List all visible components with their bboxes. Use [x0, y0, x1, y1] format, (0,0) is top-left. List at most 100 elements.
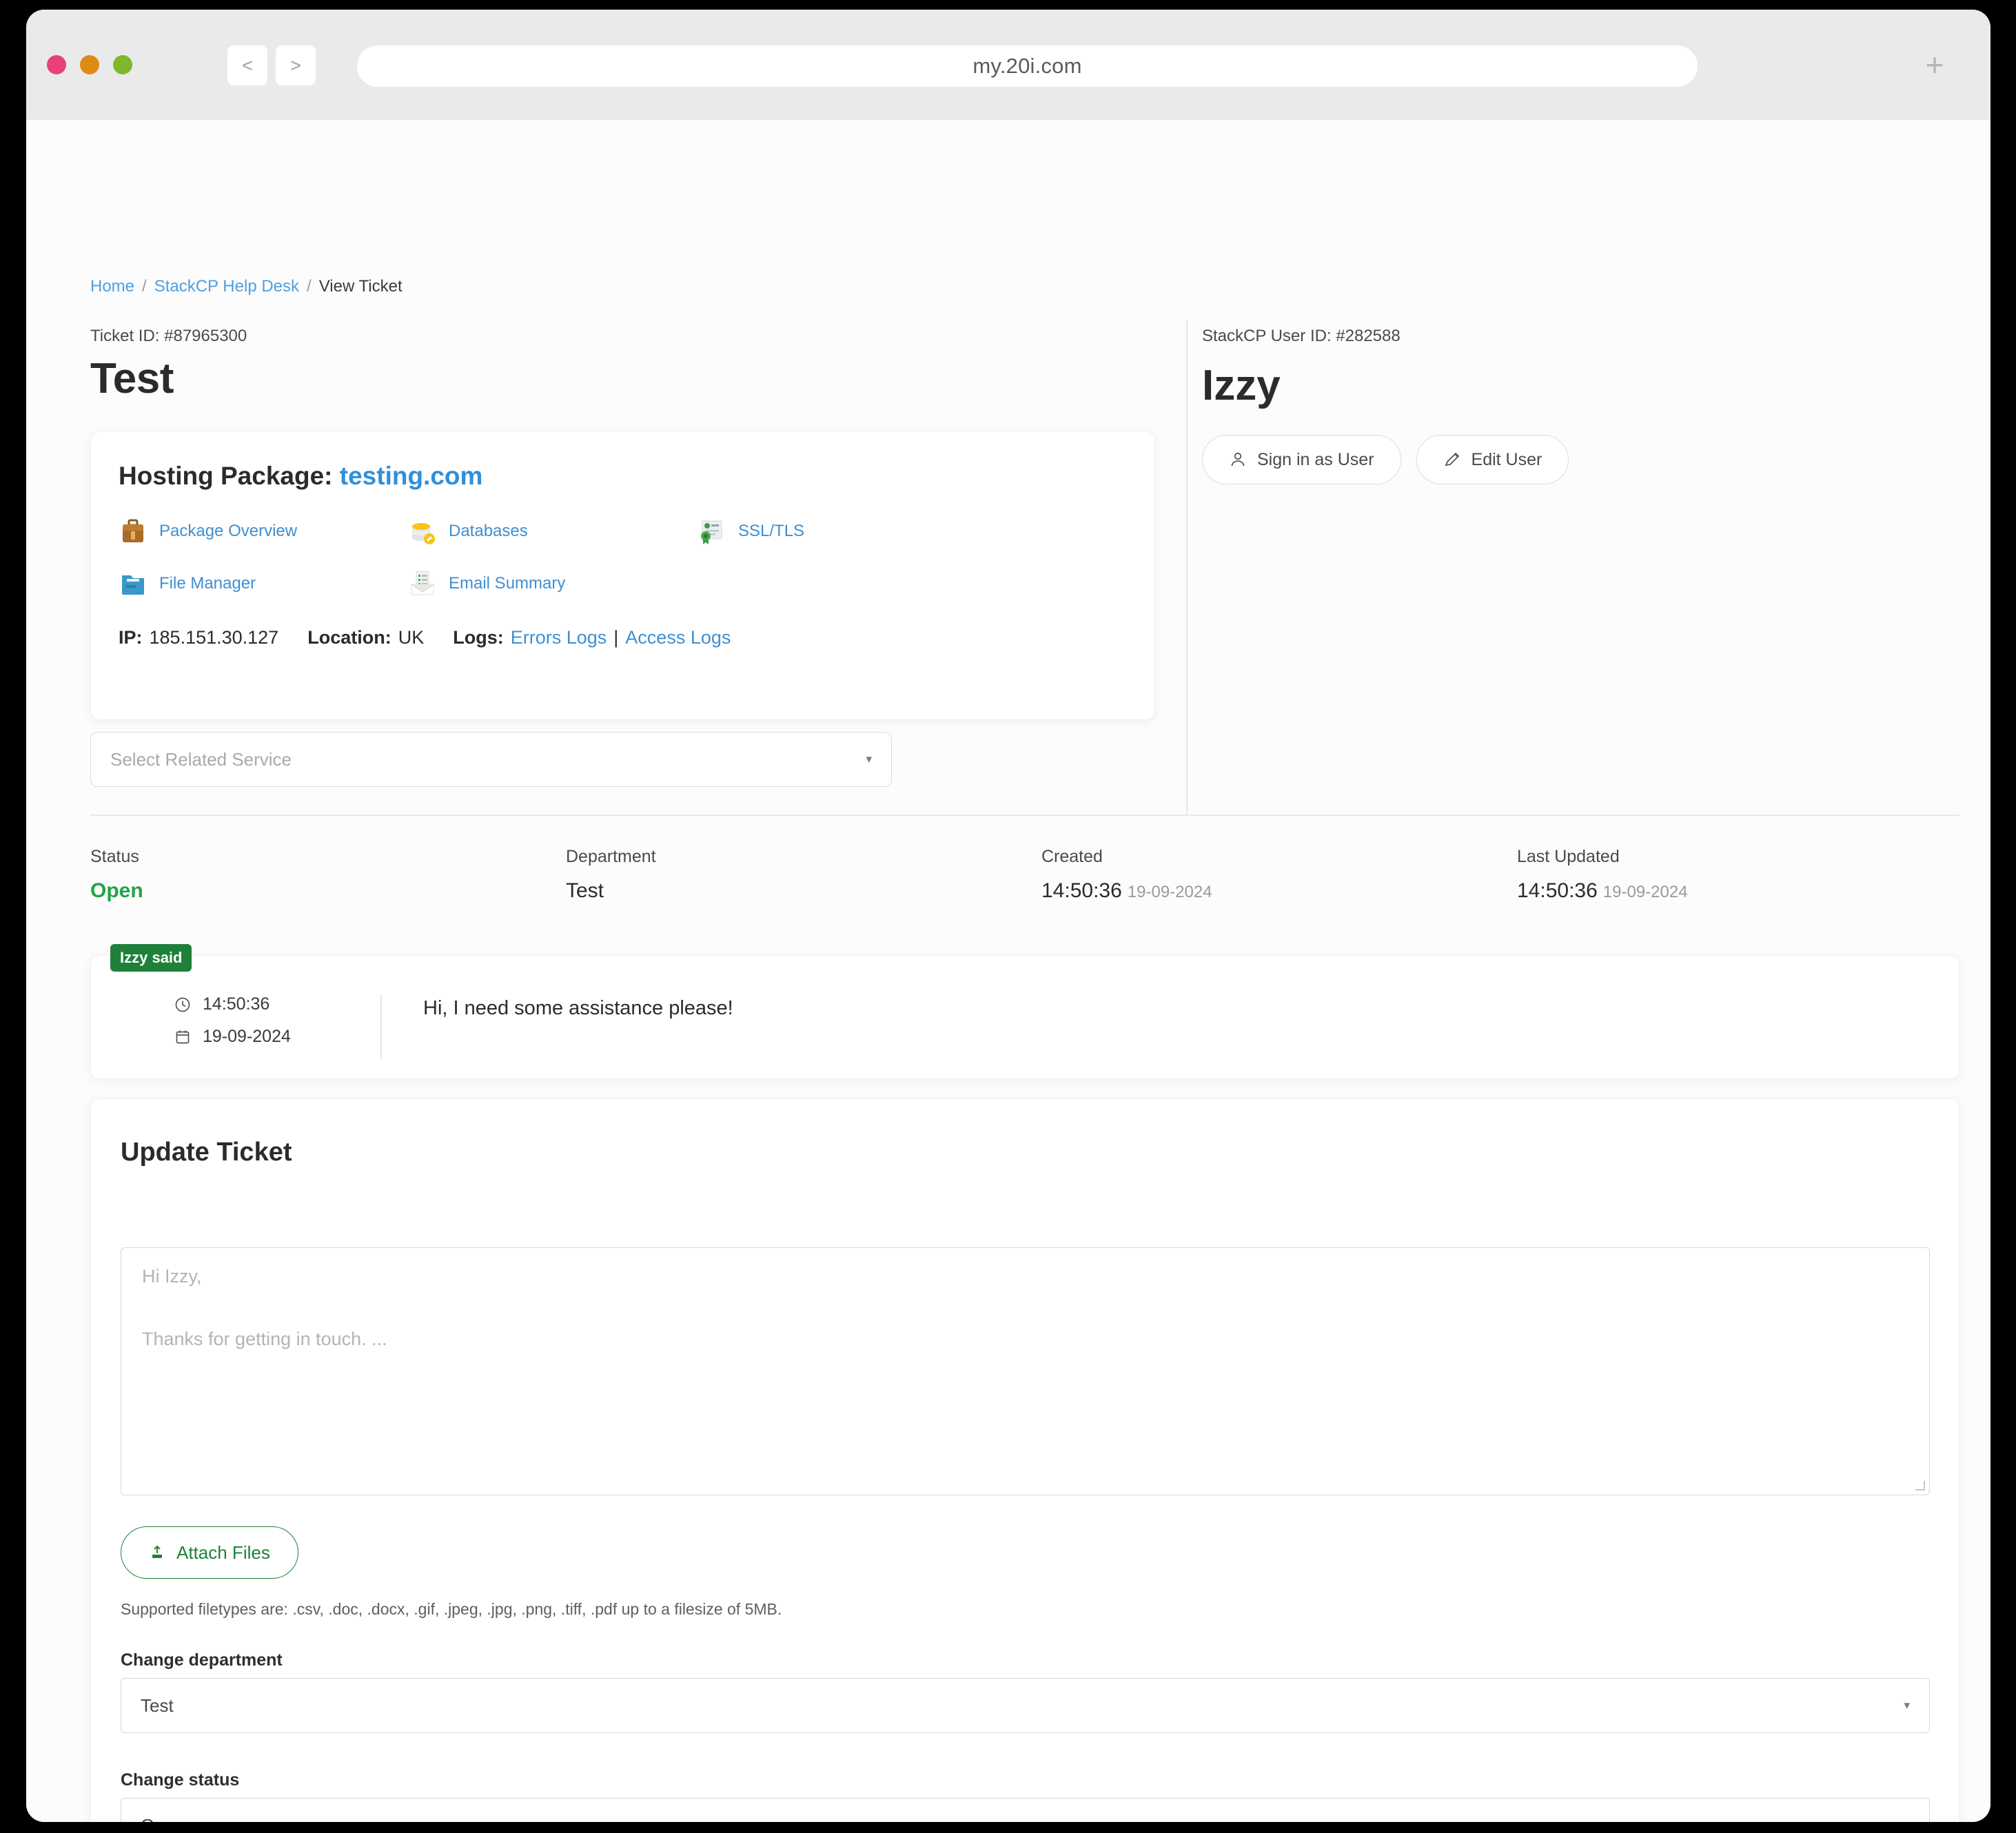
- link-file-manager[interactable]: File Manager: [119, 569, 408, 598]
- meta-department: Department Test: [566, 847, 1041, 903]
- message-inner: 14:50:36 19-09-2024 Hi, I need some assi…: [91, 994, 1959, 1059]
- location-label: Location:: [307, 627, 391, 648]
- section-divider: [90, 815, 1959, 816]
- browser-chrome: < > my.20i.com +: [26, 10, 1990, 120]
- window-controls[interactable]: [47, 55, 132, 74]
- button-label: Edit User: [1471, 449, 1542, 469]
- back-button[interactable]: <: [227, 45, 267, 85]
- ticket-id: Ticket ID: #87965300: [90, 327, 247, 345]
- hosting-package-card: Hosting Package: testing.com Package Ove…: [90, 431, 1155, 720]
- hosting-package-title: Hosting Package: testing.com: [119, 462, 1127, 491]
- chevron-down-icon: ▾: [1904, 1699, 1910, 1712]
- link-package-overview[interactable]: Package Overview: [119, 517, 408, 546]
- breadcrumb-item-home[interactable]: Home: [90, 277, 134, 296]
- updated-time: 14:50:36: [1517, 879, 1598, 902]
- supported-filetypes-note: Supported filetypes are: .csv, .doc, .do…: [121, 1600, 782, 1618]
- edit-user-button[interactable]: Edit User: [1416, 435, 1569, 484]
- meta-value: 14:50:36 19-09-2024: [1041, 879, 1517, 903]
- status-badge: Open: [90, 879, 143, 902]
- minimize-window-button[interactable]: [80, 55, 99, 74]
- link-databases[interactable]: Databases: [408, 517, 698, 546]
- message-author-badge: Izzy said: [110, 944, 192, 972]
- reply-placeholder-line-2: Thanks for getting in touch. ...: [142, 1329, 387, 1349]
- button-label: Sign in as User: [1257, 449, 1374, 469]
- created-time: 14:50:36: [1041, 879, 1122, 902]
- created-date: 19-09-2024: [1127, 883, 1212, 901]
- sign-in-as-user-button[interactable]: Sign in as User: [1202, 435, 1401, 484]
- meta-label: Department: [566, 847, 656, 866]
- breadcrumb: Home / StackCP Help Desk / View Ticket: [90, 277, 403, 296]
- address-bar[interactable]: my.20i.com: [357, 45, 1698, 87]
- link-label: Databases: [449, 522, 528, 540]
- status-value: Open: [141, 1815, 1904, 1823]
- message-card: Izzy said 14:50:36 19-09-2024 Hi, I need…: [90, 944, 1959, 1079]
- ticket-info-column: Ticket ID: #87965300 Test Hosting Packag…: [90, 327, 1155, 720]
- resize-handle[interactable]: [1915, 1481, 1925, 1491]
- breadcrumb-separator: /: [307, 277, 312, 296]
- related-service-select[interactable]: Select Related Service ▾: [90, 732, 892, 787]
- related-service-placeholder: Select Related Service: [110, 748, 292, 770]
- breadcrumb-separator: /: [142, 277, 147, 296]
- hosting-package-domain-link[interactable]: testing.com: [340, 462, 483, 490]
- link-label: File Manager: [159, 574, 256, 593]
- meta-label: Status: [90, 847, 139, 866]
- briefcase-icon: [119, 517, 147, 546]
- reply-textarea[interactable]: Hi Izzy, Thanks for getting in touch. ..…: [121, 1247, 1930, 1495]
- page-title: Test: [90, 355, 174, 402]
- address-bar-url: my.20i.com: [973, 54, 1082, 78]
- navigation-buttons[interactable]: < >: [227, 45, 316, 85]
- meta-created: Created 14:50:36 19-09-2024: [1041, 847, 1517, 903]
- message-date-row: 19-09-2024: [174, 1027, 380, 1047]
- message-meta: 14:50:36 19-09-2024: [91, 994, 380, 1059]
- user-info-column: StackCP User ID: #282588 Izzy Sign in as…: [1202, 327, 1953, 484]
- stackcp-user-id: StackCP User ID: #282588: [1202, 327, 1401, 345]
- page-content: Home / StackCP Help Desk / View Ticket T…: [26, 120, 1990, 1822]
- clock-icon: [174, 996, 192, 1014]
- database-icon: [408, 517, 437, 546]
- errors-logs-link[interactable]: Errors Logs: [511, 627, 607, 648]
- attach-files-button[interactable]: Attach Files: [121, 1526, 298, 1579]
- meta-label: Created: [1041, 847, 1103, 866]
- browser-window: < > my.20i.com + Home / StackCP Help Des…: [26, 10, 1990, 1822]
- access-logs-link[interactable]: Access Logs: [625, 627, 731, 648]
- ticket-conversation: Izzy said 14:50:36 19-09-2024 Hi, I need…: [90, 944, 1959, 1079]
- user-actions: Sign in as User Edit User: [1202, 435, 1953, 484]
- calendar-icon: [174, 1028, 192, 1046]
- chevron-down-icon: ▾: [1904, 1819, 1910, 1822]
- breadcrumb-item-helpdesk[interactable]: StackCP Help Desk: [154, 277, 299, 296]
- meta-value: 14:50:36 19-09-2024: [1517, 879, 1959, 903]
- meta-status: Status Open: [90, 847, 566, 903]
- email-icon: [408, 569, 437, 598]
- chevron-left-icon: <: [242, 54, 253, 76]
- reply-placeholder-line-1: Hi Izzy,: [142, 1266, 202, 1287]
- link-ssl-tls[interactable]: SSL/TLS: [698, 517, 1127, 546]
- forward-button[interactable]: >: [276, 45, 316, 85]
- hosting-package-footer: IP: 185.151.30.127 Location: UK Logs: Er…: [119, 627, 1127, 648]
- ip-value: 185.151.30.127: [149, 627, 279, 648]
- close-window-button[interactable]: [47, 55, 66, 74]
- column-divider: [1186, 320, 1188, 816]
- updated-date: 19-09-2024: [1602, 883, 1688, 901]
- chevron-right-icon: >: [290, 54, 301, 76]
- user-name: Izzy: [1202, 362, 1281, 409]
- logs-label: Logs:: [453, 627, 504, 648]
- change-department-select[interactable]: Test ▾: [121, 1678, 1930, 1733]
- link-email-summary[interactable]: Email Summary: [408, 569, 698, 598]
- meta-label: Last Updated: [1517, 847, 1620, 866]
- meta-last-updated: Last Updated 14:50:36 19-09-2024: [1517, 847, 1959, 903]
- ticket-meta-strip: Status Open Department Test Created 14:5…: [90, 847, 1959, 903]
- logs-separator: |: [613, 627, 619, 648]
- maximize-window-button[interactable]: [113, 55, 132, 74]
- hosting-package-links: Package Overview Databases SSL/TLS File …: [119, 517, 1127, 598]
- location-value: UK: [398, 627, 425, 648]
- button-label: Attach Files: [176, 1542, 270, 1563]
- ip-label: IP:: [119, 627, 143, 648]
- person-icon: [1229, 451, 1247, 469]
- department-value: Test: [141, 1694, 174, 1716]
- pencil-icon: [1443, 451, 1461, 469]
- link-label: SSL/TLS: [738, 522, 805, 540]
- change-status-label: Change status: [121, 1770, 240, 1790]
- change-status-select[interactable]: Open ▾: [121, 1798, 1930, 1822]
- new-tab-button[interactable]: +: [1920, 49, 1949, 81]
- message-time-row: 14:50:36: [174, 994, 380, 1014]
